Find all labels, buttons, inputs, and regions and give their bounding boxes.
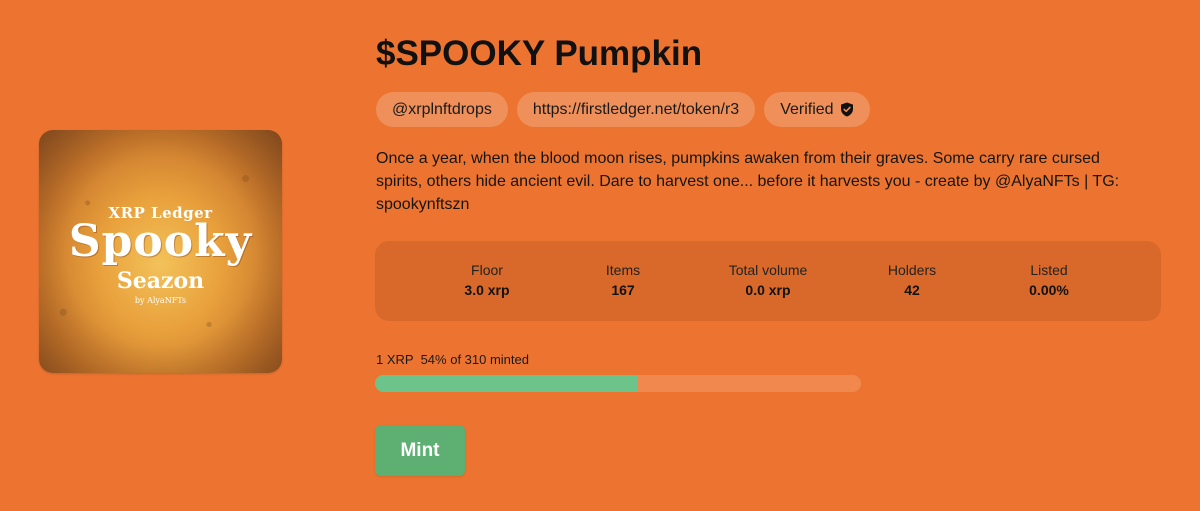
stat-total-volume: Total volume 0.0 xrp: [698, 262, 838, 298]
stat-floor: Floor 3.0 xrp: [417, 262, 557, 298]
social-handle-label: @xrplnftdrops: [392, 100, 492, 118]
stat-value: 0.0 xrp: [745, 282, 791, 298]
stats-panel: Floor 3.0 xrp Items 167 Total volume 0.0…: [375, 241, 1161, 321]
image-text-line2: Spooky: [68, 216, 253, 267]
stat-value: 42: [904, 282, 920, 298]
mint-progress-bar: [375, 375, 861, 392]
image-text-line3: Seazon: [116, 268, 205, 294]
mint-button[interactable]: Mint: [375, 425, 465, 476]
shield-check-icon: [840, 102, 853, 117]
social-handle-link[interactable]: @xrplnftdrops: [376, 92, 508, 127]
collection-links: @xrplnftdrops https://firstledger.net/to…: [376, 92, 870, 127]
stat-label: Items: [605, 262, 641, 278]
stat-label: Listed: [1030, 262, 1068, 278]
mint-progress-text: 54% of 310 minted: [420, 352, 529, 367]
mint-progress-fill: [375, 375, 638, 392]
stat-value: 3.0 xrp: [464, 282, 510, 298]
verified-label: Verified: [780, 100, 834, 118]
stat-listed: Listed 0.00%: [979, 262, 1119, 298]
image-text-line4: by AlyaNFTs: [134, 296, 187, 305]
verified-badge[interactable]: Verified: [764, 92, 870, 127]
stat-holders: Holders 42: [842, 262, 982, 298]
stat-value: 167: [611, 282, 635, 298]
collection-description: Once a year, when the blood moon rises, …: [376, 150, 1120, 213]
stat-label: Total volume: [728, 262, 808, 278]
token-url-label: https://firstledger.net/token/r3: [532, 100, 740, 118]
token-url-link[interactable]: https://firstledger.net/token/r3: [516, 92, 756, 127]
stat-label: Holders: [887, 262, 937, 278]
collection-image: XRP Ledger Spooky Seazon by AlyaNFTs: [39, 130, 282, 373]
stat-label: Floor: [471, 262, 503, 278]
stat-value: 0.00%: [1029, 282, 1069, 298]
stat-items: Items 167: [553, 262, 693, 298]
mint-price: 1 XRP: [376, 352, 414, 367]
mint-progress-label: 1 XRP 54% of 310 minted: [376, 352, 529, 367]
collection-title: $SPOOKY Pumpkin: [376, 34, 703, 73]
